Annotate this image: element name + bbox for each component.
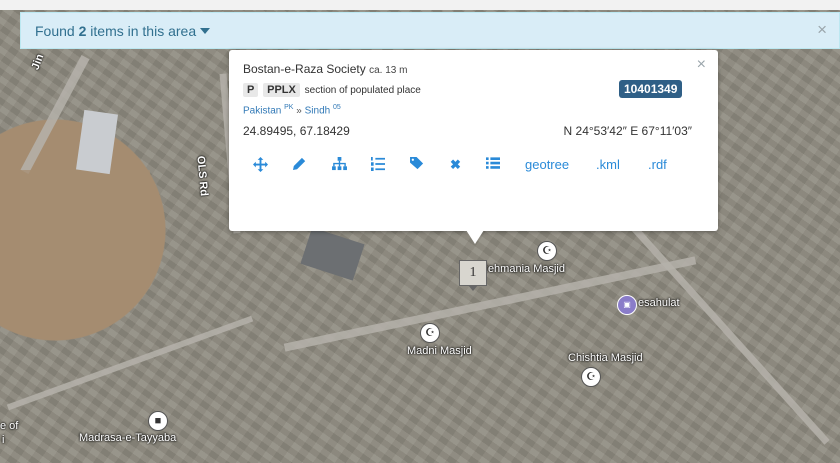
road-label-jinnah: Jin (29, 52, 47, 72)
poi-label-madni[interactable]: Madni Masjid (407, 345, 472, 357)
result-marker[interactable]: 1 (459, 260, 487, 291)
poi-label-rehmania[interactable]: Rehmania Masjid (480, 263, 565, 275)
building-panels (300, 227, 365, 281)
rdf-link[interactable]: .rdf (648, 157, 667, 172)
found-suffix: items in this area (90, 23, 197, 39)
mosque-icon[interactable]: ☪ (537, 241, 557, 261)
admin-code: 05 (332, 104, 341, 111)
school-icon[interactable]: ■ (148, 411, 168, 431)
found-count: 2 (78, 23, 87, 39)
feature-description: section of populated place (304, 85, 421, 96)
place-title: Bostan-e-Raza Society ca. 13 m (243, 62, 407, 76)
feature-class-row: P PPLX section of populated place (243, 83, 421, 97)
popup-pointer (466, 230, 484, 244)
geotree-link[interactable]: geotree (525, 157, 569, 172)
admin-link[interactable]: Sindh (305, 105, 331, 116)
table-list-icon[interactable] (486, 157, 500, 173)
crumb-separator: » (296, 105, 302, 117)
delete-icon[interactable]: ✖ (450, 157, 461, 173)
country-link[interactable]: Pakistan (243, 105, 281, 116)
found-items-bar[interactable]: Found 2 items in this area × (20, 12, 840, 49)
place-popup: × Bostan-e-Raza Society ca. 13 m P PPLX … (229, 50, 718, 231)
edge-label: e of (0, 420, 19, 432)
tags-icon[interactable] (410, 157, 425, 174)
road-label-ols: OLS Rd (194, 155, 210, 197)
road-diagonal (610, 202, 830, 445)
place-name: Bostan-e-Raza Society (243, 62, 366, 76)
feature-code-tag: PPLX (263, 83, 300, 97)
found-items-toggle[interactable]: Found 2 items in this area (35, 23, 211, 39)
poi-label-chishtia[interactable]: Chishtia Masjid (568, 352, 643, 364)
building-roof (75, 109, 119, 175)
feature-class-tag: P (243, 83, 259, 97)
browser-top-strip (0, 0, 840, 10)
popup-close-icon[interactable]: × (697, 56, 706, 74)
poi-label-madrasa[interactable]: Madrasa-e-Tayyaba (79, 432, 176, 444)
country-code: PK (284, 104, 294, 111)
breadcrumb: Pakistan PK » Sindh 05 (243, 104, 341, 116)
popup-actions: ✖ geotree .kml .rdf (253, 157, 713, 177)
kml-link[interactable]: .kml (596, 157, 620, 172)
place-elevation: ca. 13 m (369, 65, 408, 76)
road-west (6, 315, 254, 411)
mosque-icon[interactable]: ☪ (581, 367, 601, 387)
open-field (20, 170, 150, 280)
list-ol-icon[interactable] (371, 157, 385, 174)
esahulat-icon[interactable]: ▣ (617, 295, 637, 315)
hierarchy-icon[interactable] (332, 157, 347, 174)
dms-coordinates: N 24°53′42″ E 67°11′03″ (563, 124, 692, 138)
move-icon[interactable] (253, 157, 268, 175)
found-prefix: Found (35, 23, 75, 39)
geonameid-badge[interactable]: 10401349 (619, 80, 683, 98)
close-icon[interactable]: × (817, 20, 827, 40)
edit-icon[interactable] (293, 157, 306, 173)
edge-label-2: i (2, 434, 5, 446)
poi-label-esahulat[interactable]: esahulat (638, 297, 680, 309)
caret-down-icon (200, 28, 211, 34)
mosque-icon[interactable]: ☪ (420, 323, 440, 343)
decimal-coordinates: 24.89495, 67.18429 (243, 124, 350, 138)
